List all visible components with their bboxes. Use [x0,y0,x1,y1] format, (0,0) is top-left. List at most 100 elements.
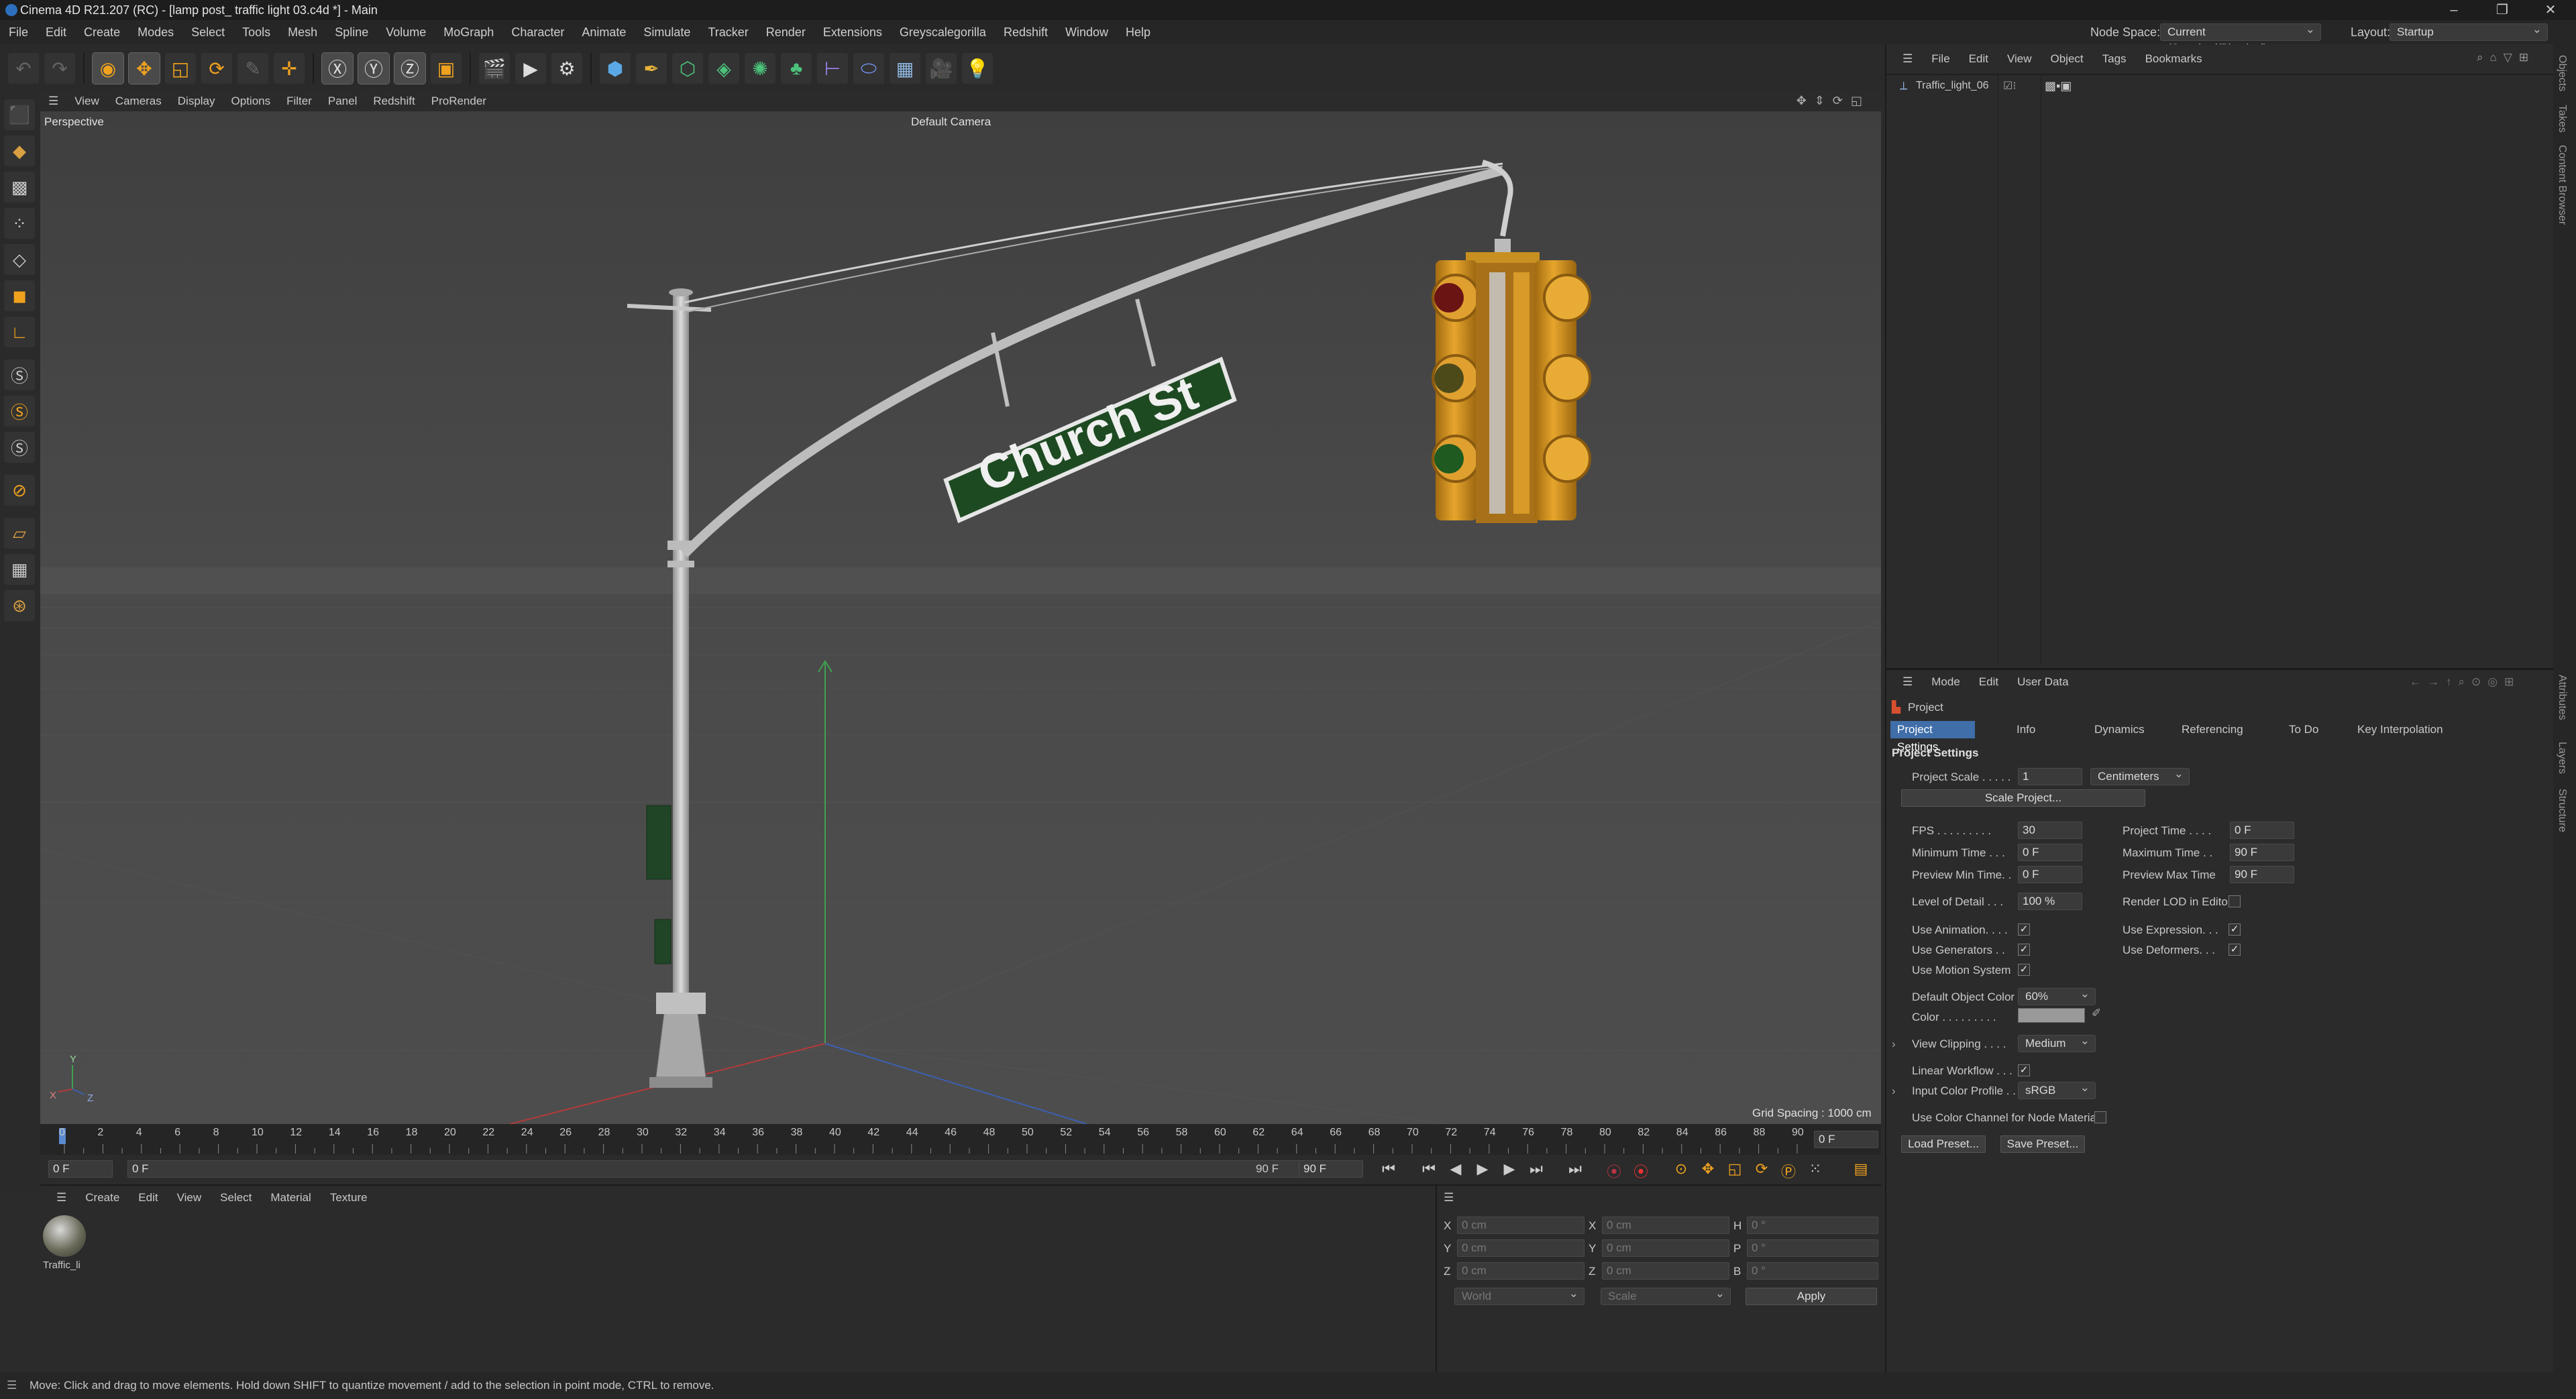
move-icon[interactable]: ✥ [128,52,160,85]
viewport-menu-view[interactable]: View [66,95,107,108]
extrude-icon[interactable]: ◈ [708,53,739,84]
redo-icon[interactable]: ↷ [44,53,75,84]
grid-icon[interactable]: ▦ [4,554,35,585]
viewport-menu-display[interactable]: Display [170,95,223,108]
fps-field[interactable]: 30 [2018,822,2082,839]
hamburger-icon[interactable]: ☰ [1893,675,1922,689]
use-color-channel-checkbox[interactable] [2094,1111,2106,1123]
attribute-nav-icons[interactable]: ←→↑⌕⊙◎⊞ [2410,675,2520,689]
field-icon[interactable]: ⬭ [853,53,884,84]
coord-size-x[interactable]: 0 cm [1602,1217,1729,1234]
menu-mograph[interactable]: MoGraph [435,25,502,40]
use-animation-checkbox[interactable]: ✓ [2018,924,2030,936]
z-axis-icon[interactable]: Ⓩ [394,52,426,85]
side-tab-content-browser[interactable]: Content Browser [2556,145,2568,225]
input-color-profile-dropdown[interactable]: sRGB [2018,1080,2096,1099]
menu-simulate[interactable]: Simulate [635,25,699,40]
project-scale-unit-dropdown[interactable]: Centimeters [2090,766,2190,785]
apply-button[interactable]: Apply [1746,1288,1877,1305]
object-menu-file[interactable]: File [1922,52,1959,66]
model-mode-icon[interactable]: ◆ [4,135,35,166]
menu-volume[interactable]: Volume [377,25,435,40]
snap-settings-icon[interactable]: Ⓢ [4,396,35,427]
current-frame-field[interactable]: 0 F [1814,1131,1878,1148]
make-editable-icon[interactable]: ⬛ [4,99,35,130]
preview-range-slider[interactable]: 0 F [127,1160,1322,1178]
cloner-icon[interactable]: ✺ [745,53,775,84]
menu-tracker[interactable]: Tracker [699,25,757,40]
close-button[interactable]: ✕ [2530,0,2571,20]
project-scale-field[interactable]: 1 [2018,768,2082,785]
quantize-icon[interactable]: Ⓢ [4,432,35,463]
material-thumbnail[interactable] [43,1215,86,1257]
rotate-icon[interactable]: ⟳ [201,53,232,84]
material-menu-edit[interactable]: Edit [129,1191,167,1205]
color-swatch[interactable] [2018,1008,2085,1023]
visibility-dots-icon[interactable]: ☑⁝ [2003,79,2016,93]
material-menu-view[interactable]: View [168,1191,211,1205]
viewport-menu-filter[interactable]: Filter [278,95,320,108]
go-to-start-icon[interactable]: ⏮ [1378,1160,1399,1180]
menu-render[interactable]: Render [757,25,814,40]
render-lod-checkbox[interactable] [2229,895,2241,907]
edges-mode-icon[interactable]: ◇ [4,244,35,275]
menu-greyscalegorilla[interactable]: Greyscalegorilla [891,25,995,40]
next-frame-icon[interactable]: ▶ [1499,1160,1520,1180]
node-space-dropdown[interactable]: Current (Standard/Physical) [2160,21,2321,54]
live-selection-icon[interactable]: ◉ [92,52,124,85]
preview-min-field[interactable]: 0 F [2018,866,2082,883]
undo-icon[interactable]: ↶ [8,53,39,84]
menu-tools[interactable]: Tools [233,25,279,40]
view-clipping-dropdown[interactable]: Medium [2018,1033,2096,1052]
subdivision-icon[interactable]: ⬡ [672,53,703,84]
polygons-mode-icon[interactable]: ◼ [4,280,35,311]
key-rotation-icon[interactable]: ⟳ [1751,1160,1772,1180]
coord-size-z[interactable]: 0 cm [1602,1262,1729,1280]
tab-info[interactable]: Info [2010,721,2042,738]
menu-modes[interactable]: Modes [129,25,182,40]
render-settings-icon[interactable]: ⚙ [551,53,582,84]
object-row[interactable]: ⟂ Traffic_light_06 ☑⁝ ▩▪▣ [1886,78,2555,95]
start-frame-field[interactable]: 0 F [48,1160,113,1178]
attribute-menu-mode[interactable]: Mode [1922,675,1970,689]
prev-frame-icon[interactable]: ◀ [1445,1160,1466,1180]
use-generators-checkbox[interactable]: ✓ [2018,944,2030,956]
go-to-end-icon[interactable]: ⏭ [1564,1160,1586,1180]
object-name[interactable]: Traffic_light_06 [1916,80,1989,92]
render-region-icon[interactable]: 🎬 [479,53,510,84]
last-tool-icon[interactable]: ✎ [237,53,268,84]
menu-help[interactable]: Help [1117,25,1159,40]
coord-size-y[interactable]: 0 cm [1602,1239,1729,1257]
eyedropper-icon[interactable]: ✐ [2092,1007,2101,1020]
coord-pos-x[interactable]: 0 cm [1457,1217,1585,1234]
object-menu-bookmarks[interactable]: Bookmarks [2136,52,2212,66]
menu-mesh[interactable]: Mesh [279,25,326,40]
viewport-menu-cameras[interactable]: Cameras [107,95,170,108]
hamburger-icon[interactable]: ☰ [40,95,66,108]
light-icon[interactable]: 💡 [962,53,993,84]
side-tab-objects[interactable]: Objects [2556,55,2568,91]
y-axis-icon[interactable]: Ⓨ [358,52,390,85]
cube-icon[interactable]: ⬢ [600,53,631,84]
coord-mode-dropdown[interactable]: Scale [1601,1286,1731,1305]
maximize-button[interactable]: ❐ [2482,0,2522,20]
snap-icon[interactable]: Ⓢ [4,359,35,390]
pen-spline-icon[interactable]: ✒ [636,53,667,84]
menu-spline[interactable]: Spline [326,25,377,40]
default-color-dropdown[interactable]: 60% Gray [2018,986,2096,1019]
object-menu-object[interactable]: Object [2041,52,2093,66]
menu-create[interactable]: Create [75,25,129,40]
menu-animate[interactable]: Animate [573,25,635,40]
timeline-ruler[interactable]: 0 2 4 6 8 10 12 14 16 18 20 22 24 26 28 30 32 34 36 38 40 42 4… [40,1124,1881,1155]
tab-dynamics[interactable]: Dynamics [2088,721,2151,738]
menu-window[interactable]: Window [1057,25,1117,40]
deformer-icon[interactable]: ⊢ [817,53,848,84]
viewport-menu-options[interactable]: Options [223,95,279,108]
key-param-icon[interactable]: Ⓟ [1778,1160,1799,1180]
key-pla-icon[interactable]: ⁙ [1805,1160,1826,1180]
tab-referencing[interactable]: Referencing [2175,721,2250,738]
expand-arrow-icon[interactable]: › [1892,1038,1896,1051]
key-position-icon[interactable]: ✥ [1697,1160,1719,1180]
add-object-icon[interactable]: ✛ [274,53,305,84]
max-time-field[interactable]: 90 F [2230,844,2294,861]
